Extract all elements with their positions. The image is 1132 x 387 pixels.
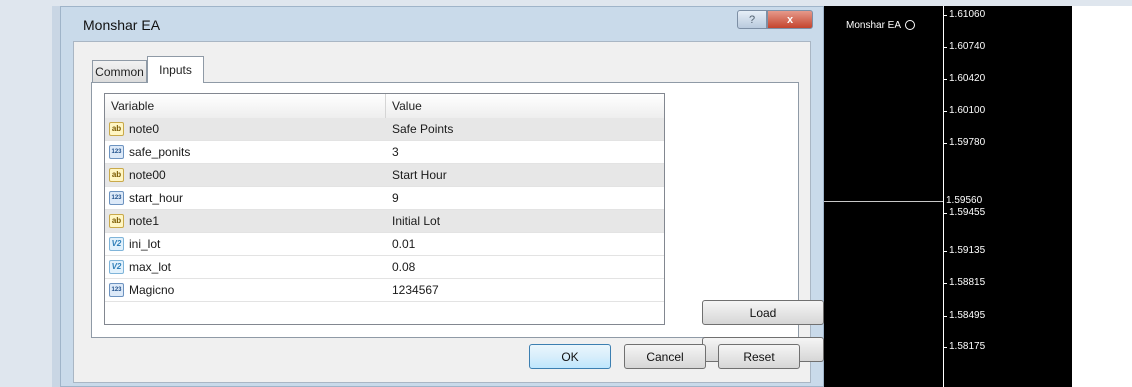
chart-ea-name: Monshar EA [846,20,902,31]
integer-type-icon: 123 [109,145,124,159]
price-tick-mark [943,15,947,16]
price-tick-label: 1.61060 [949,9,986,20]
price-tick-mark [943,316,947,317]
dialog-title: Monshar EA [83,17,161,33]
variable-cell: V2 max_lot [109,256,171,278]
tab-common[interactable]: Common [92,60,147,82]
table-header: Variable Value [105,94,664,119]
inputs-tab-panel: Variable Value ab note0 Safe Points 123 … [91,82,824,362]
variable-cell: ab note00 [109,164,166,186]
current-price-line [824,201,944,202]
variable-name: note1 [129,214,160,228]
integer-type-icon: 123 [109,283,124,297]
close-icon: x [786,13,794,26]
price-tick-mark [943,347,947,348]
variable-name: safe_ponits [129,145,191,159]
window-frame-left [0,0,60,387]
price-tick-mark [943,111,947,112]
table-row[interactable]: ab note00 Start Hour [105,164,664,187]
price-tick-label: 1.60420 [949,73,986,84]
chart-ea-label: Monshar EA [846,20,916,31]
value-cell[interactable]: 9 [392,187,399,209]
variable-cell: ab note1 [109,210,159,232]
string-type-icon: ab [109,122,124,136]
table-row[interactable]: V2 ini_lot 0.01 [105,233,664,256]
ea-properties-dialog: Monshar EA ? x Common Inputs Variable Va… [60,6,824,387]
variable-name: ini_lot [129,237,161,251]
smiley-icon [905,20,916,30]
variable-cell: 123 start_hour [109,187,183,209]
window-frame-left-inner [52,6,60,387]
table-row[interactable]: V2 max_lot 0.08 [105,256,664,279]
double-type-icon: V2 [109,260,124,274]
price-tick-mark [943,79,947,80]
price-chart[interactable]: Monshar EA 1.61060 1.60740 1.60420 1.60100 1… [824,6,1072,387]
price-tick-label: 1.59135 [949,245,986,256]
cancel-button[interactable]: Cancel [624,344,706,369]
variable-cell: ab note0 [109,118,159,140]
value-cell[interactable]: Initial Lot [392,210,440,232]
variable-name: Magicno [129,283,175,297]
table-row[interactable]: 123 start_hour 9 [105,187,664,210]
price-tick-label: 1.58815 [949,277,986,288]
value-cell[interactable]: Start Hour [392,164,447,186]
value-cell[interactable]: 0.08 [392,256,415,278]
value-cell[interactable]: 1234567 [392,279,439,301]
current-price-label: 1.59560 [944,195,985,206]
price-tick-label: 1.59455 [949,207,986,218]
variable-name: note00 [129,168,166,182]
table-row[interactable]: 123 safe_ponits 3 [105,141,664,164]
close-button[interactable]: x [767,10,813,29]
double-type-icon: V2 [109,237,124,251]
variable-cell: V2 ini_lot [109,233,160,255]
ok-button[interactable]: OK [529,344,611,369]
price-tick-mark [943,143,947,144]
help-button[interactable]: ? [737,10,767,29]
value-cell[interactable]: 3 [392,141,399,163]
inputs-table: Variable Value ab note0 Safe Points 123 … [104,93,665,325]
string-type-icon: ab [109,168,124,182]
price-tick-label: 1.59780 [949,137,986,148]
price-tick-label: 1.58495 [949,310,986,321]
page-right-margin [1072,6,1132,387]
help-icon: ? [748,13,756,26]
table-row[interactable]: ab note1 Initial Lot [105,210,664,233]
integer-type-icon: 123 [109,191,124,205]
table-row[interactable]: 123 Magicno 1234567 [105,279,664,302]
string-type-icon: ab [109,214,124,228]
tab-inputs[interactable]: Inputs [147,56,204,83]
price-tick-label: 1.60740 [949,41,986,52]
price-tick-label: 1.58175 [949,341,986,352]
variable-name: start_hour [129,191,184,205]
column-header-value[interactable]: Value [386,94,664,118]
value-cell[interactable]: Safe Points [392,118,453,140]
table-row[interactable]: ab note0 Safe Points [105,118,664,141]
dialog-titlebar[interactable]: Monshar EA ? x [61,7,823,41]
column-header-variable[interactable]: Variable [105,94,386,118]
reset-button[interactable]: Reset [718,344,800,369]
value-cell[interactable]: 0.01 [392,233,415,255]
variable-name: note0 [129,122,160,136]
variable-cell: 123 Magicno [109,279,174,301]
price-tick-mark [943,213,947,214]
price-tick-mark [943,47,947,48]
load-button[interactable]: Load [702,300,824,325]
dialog-client-area: Common Inputs Variable Value ab note0 Sa… [73,41,824,383]
price-tick-mark [943,251,947,252]
variable-cell: 123 safe_ponits [109,141,190,163]
price-tick-label: 1.60100 [949,105,986,116]
variable-name: max_lot [129,260,172,274]
price-tick-mark [943,283,947,284]
